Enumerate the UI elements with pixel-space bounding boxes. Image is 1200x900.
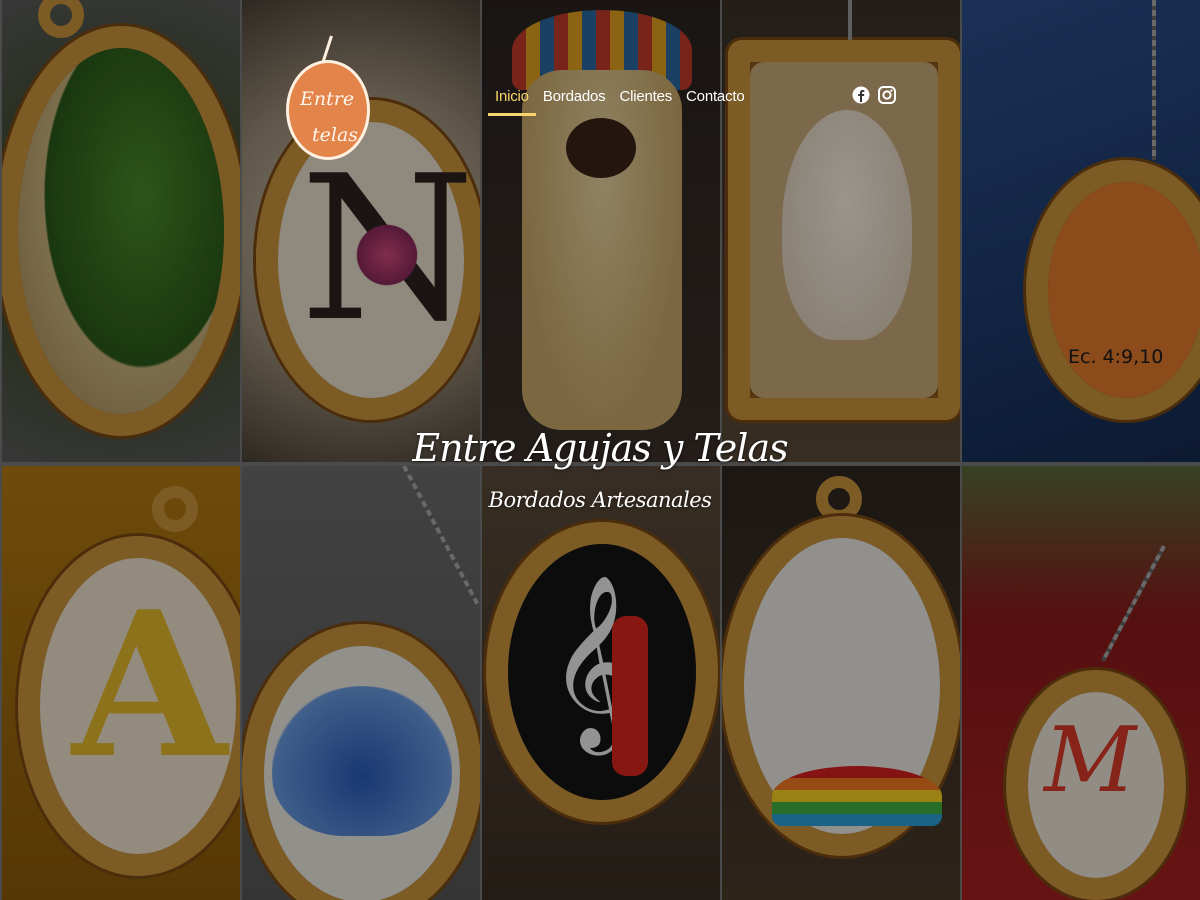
hero-title: Entre Agujas y Telas — [412, 426, 788, 470]
gallery-tile-hands: Ec. 4:9,10 — [962, 0, 1200, 462]
gallery-tile-music: 𝄞 — [482, 466, 720, 900]
gallery-tile-family — [722, 466, 960, 900]
nav-item-inicio[interactable]: Inicio — [488, 86, 536, 116]
gallery-tile-blue-flower — [242, 466, 480, 900]
facebook-icon[interactable] — [852, 86, 870, 104]
site-logo[interactable]: Entre telas — [282, 35, 372, 160]
logo-text-top: Entre — [300, 88, 355, 110]
instagram-icon[interactable] — [878, 86, 896, 104]
verse-text: Ec. 4:9,10 — [1068, 346, 1164, 368]
gallery-tile-letter-a: A — [2, 466, 240, 900]
social-links — [852, 86, 896, 104]
nav-item-bordados[interactable]: Bordados — [536, 86, 613, 116]
gallery-tile-puppy — [722, 0, 960, 462]
nav-item-contacto[interactable]: Contacto — [679, 86, 751, 116]
nav-item-clientes[interactable]: Clientes — [612, 86, 679, 116]
hero-subtitle: Bordados Artesanales — [488, 488, 712, 512]
gallery-tile-landscape — [2, 0, 240, 462]
gallery-tile-letter-m: M — [962, 466, 1200, 900]
gallery-tile-llama — [482, 0, 720, 462]
main-nav: Inicio Bordados Clientes Contacto — [488, 86, 751, 116]
logo-text-bottom: telas — [312, 124, 359, 146]
